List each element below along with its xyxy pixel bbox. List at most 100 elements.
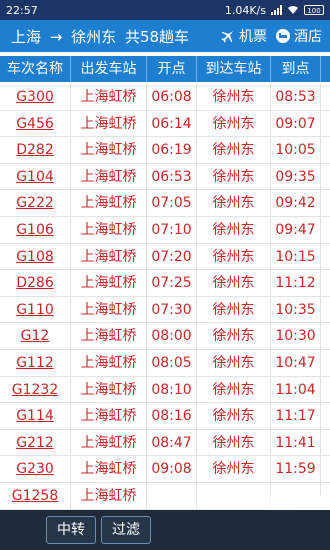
- train-number-link[interactable]: G114: [0, 403, 70, 430]
- train-number-link[interactable]: G110: [0, 297, 70, 324]
- train-row[interactable]: G108 上海虹桥 07:20 徐州东 10:15: [0, 244, 330, 271]
- train-number-link[interactable]: G230: [0, 456, 70, 483]
- train-number-link[interactable]: G212: [0, 430, 70, 457]
- filter-button[interactable]: 过滤: [101, 516, 151, 544]
- departure-time: 06:14: [151, 115, 192, 132]
- airplane-icon: [221, 31, 233, 43]
- departure-station: 上海虹桥: [80, 195, 137, 212]
- arrival-time: 10:30: [275, 328, 316, 345]
- arrival-station: 徐州东: [212, 275, 255, 292]
- train-row[interactable]: G300 上海虹桥 06:08 徐州东 08:53: [0, 84, 330, 111]
- arrow-icon: →: [49, 27, 63, 46]
- departure-station: 上海虹桥: [80, 461, 137, 478]
- train-row[interactable]: G112 上海虹桥 08:05 徐州东 10:47: [0, 350, 330, 377]
- departure-station: 上海虹桥: [80, 115, 137, 132]
- train-row[interactable]: G212 上海虹桥 08:47 徐州东 11:41: [0, 430, 330, 457]
- train-count: 共58趟车: [124, 27, 190, 46]
- bottom-toolbar: 中转 过滤: [0, 510, 330, 550]
- departure-station: 上海虹桥: [80, 381, 137, 398]
- departure-station: 上海虹桥: [80, 434, 137, 451]
- train-row[interactable]: G12 上海虹桥 08:00 徐州东 10:30: [0, 323, 330, 350]
- arrival-time: 10:35: [275, 301, 316, 318]
- flight-button[interactable]: 机票: [220, 26, 267, 46]
- departure-station: 上海虹桥: [80, 142, 137, 159]
- wifi-icon: [288, 6, 298, 14]
- arrival-time: 10:15: [275, 248, 316, 265]
- transfer-button[interactable]: 中转: [46, 516, 96, 544]
- train-row[interactable]: G110 上海虹桥 07:30 徐州东 10:35: [0, 297, 330, 324]
- hotel-button-label: 酒店: [294, 29, 322, 45]
- train-row[interactable]: G114 上海虹桥 08:16 徐州东 11:17: [0, 403, 330, 430]
- departure-time: 07:25: [151, 275, 192, 292]
- train-row[interactable]: G106 上海虹桥 07:10 徐州东 09:47: [0, 217, 330, 244]
- train-row[interactable]: D282 上海虹桥 06:19 徐州东 10:05: [0, 137, 330, 164]
- train-number-link[interactable]: G108: [0, 244, 70, 271]
- arrival-station: 徐州东: [212, 222, 255, 238]
- departure-time: 08:00: [151, 328, 192, 345]
- arrival-station: 徐州东: [212, 115, 255, 132]
- train-number-link[interactable]: G1232: [0, 377, 70, 404]
- departure-station: 上海虹桥: [80, 328, 137, 345]
- train-row[interactable]: D286 上海虹桥 07:25 徐州东 11:12: [0, 270, 330, 297]
- train-number-link[interactable]: D286: [0, 270, 70, 297]
- header-train-name: 车次名称: [0, 56, 71, 82]
- arrival-station: 徐州东: [212, 355, 255, 371]
- train-number-link[interactable]: D282: [0, 137, 70, 164]
- train-number-link[interactable]: G300: [0, 84, 70, 111]
- train-number-link[interactable]: G106: [0, 217, 70, 244]
- arrival-time: 11:04: [275, 381, 316, 398]
- route-title: 上海 → 徐州东 共58趟车: [11, 26, 220, 47]
- arrival-time: 09:47: [275, 222, 316, 238]
- train-number-link[interactable]: G1258: [0, 483, 70, 510]
- train-number-link[interactable]: G104: [0, 164, 70, 191]
- departure-time: 09:08: [151, 461, 192, 478]
- departure-time: 06:08: [151, 89, 192, 105]
- header-overflow: [321, 56, 330, 82]
- departure-station: 上海虹桥: [80, 301, 137, 318]
- train-number-link[interactable]: G112: [0, 350, 70, 377]
- arrival-station: 徐州东: [212, 434, 255, 451]
- arrival-station: 徐州东: [212, 301, 255, 318]
- hotel-button[interactable]: 酒店: [275, 26, 322, 46]
- arrival-time: 09:07: [275, 115, 316, 132]
- list-fade: [150, 495, 330, 510]
- arrival-time: 10:05: [275, 142, 316, 159]
- departure-time: 08:05: [151, 355, 192, 371]
- train-number-link[interactable]: G12: [0, 323, 70, 350]
- train-row[interactable]: G1232 上海虹桥 08:10 徐州东 11:04: [0, 377, 330, 404]
- route-header: 上海 → 徐州东 共58趟车 机票 酒店: [0, 20, 330, 52]
- train-row[interactable]: G104 上海虹桥 06:53 徐州东 09:35: [0, 164, 330, 191]
- departure-time: 07:05: [151, 195, 192, 212]
- arrival-time: 10:47: [275, 355, 316, 371]
- arrival-station: 徐州东: [212, 89, 255, 105]
- departure-time: 08:10: [151, 381, 192, 398]
- arrival-time: 11:17: [275, 408, 316, 425]
- hotel-icon: [276, 29, 290, 43]
- status-time: 22:57: [6, 3, 38, 17]
- train-number-link[interactable]: G222: [0, 190, 70, 217]
- train-row[interactable]: G230 上海虹桥 09:08 徐州东 11:59: [0, 456, 330, 483]
- status-indicators: 1.04K/s 100: [225, 4, 324, 17]
- header-arrival-time: 到点: [271, 56, 321, 82]
- train-number-link[interactable]: G456: [0, 111, 70, 138]
- departure-time: 07:30: [151, 301, 192, 318]
- departure-time: 06:19: [151, 142, 192, 159]
- arrival-station: 徐州东: [212, 248, 255, 265]
- arrival-time: 11:41: [275, 434, 316, 451]
- departure-time: 08:47: [151, 434, 192, 451]
- arrival-station: 徐州东: [212, 328, 255, 345]
- departure-station: 上海虹桥: [80, 89, 137, 105]
- departure-time: 08:16: [151, 408, 192, 425]
- status-bar: 22:57 1.04K/s 100: [0, 0, 330, 20]
- arrival-station: 徐州东: [212, 461, 255, 478]
- origin-city: 上海: [11, 27, 42, 46]
- train-row[interactable]: G222 上海虹桥 07:05 徐州东 09:42: [0, 190, 330, 217]
- departure-station: 上海虹桥: [80, 168, 137, 185]
- departure-station: 上海虹桥: [80, 355, 137, 371]
- departure-station: 上海虹桥: [80, 222, 137, 238]
- arrival-time: 08:53: [275, 89, 316, 105]
- arrival-station: 徐州东: [212, 142, 255, 159]
- flight-button-label: 机票: [239, 29, 267, 45]
- train-row[interactable]: G456 上海虹桥 06:14 徐州东 09:07: [0, 111, 330, 138]
- departure-time: 06:53: [151, 168, 192, 185]
